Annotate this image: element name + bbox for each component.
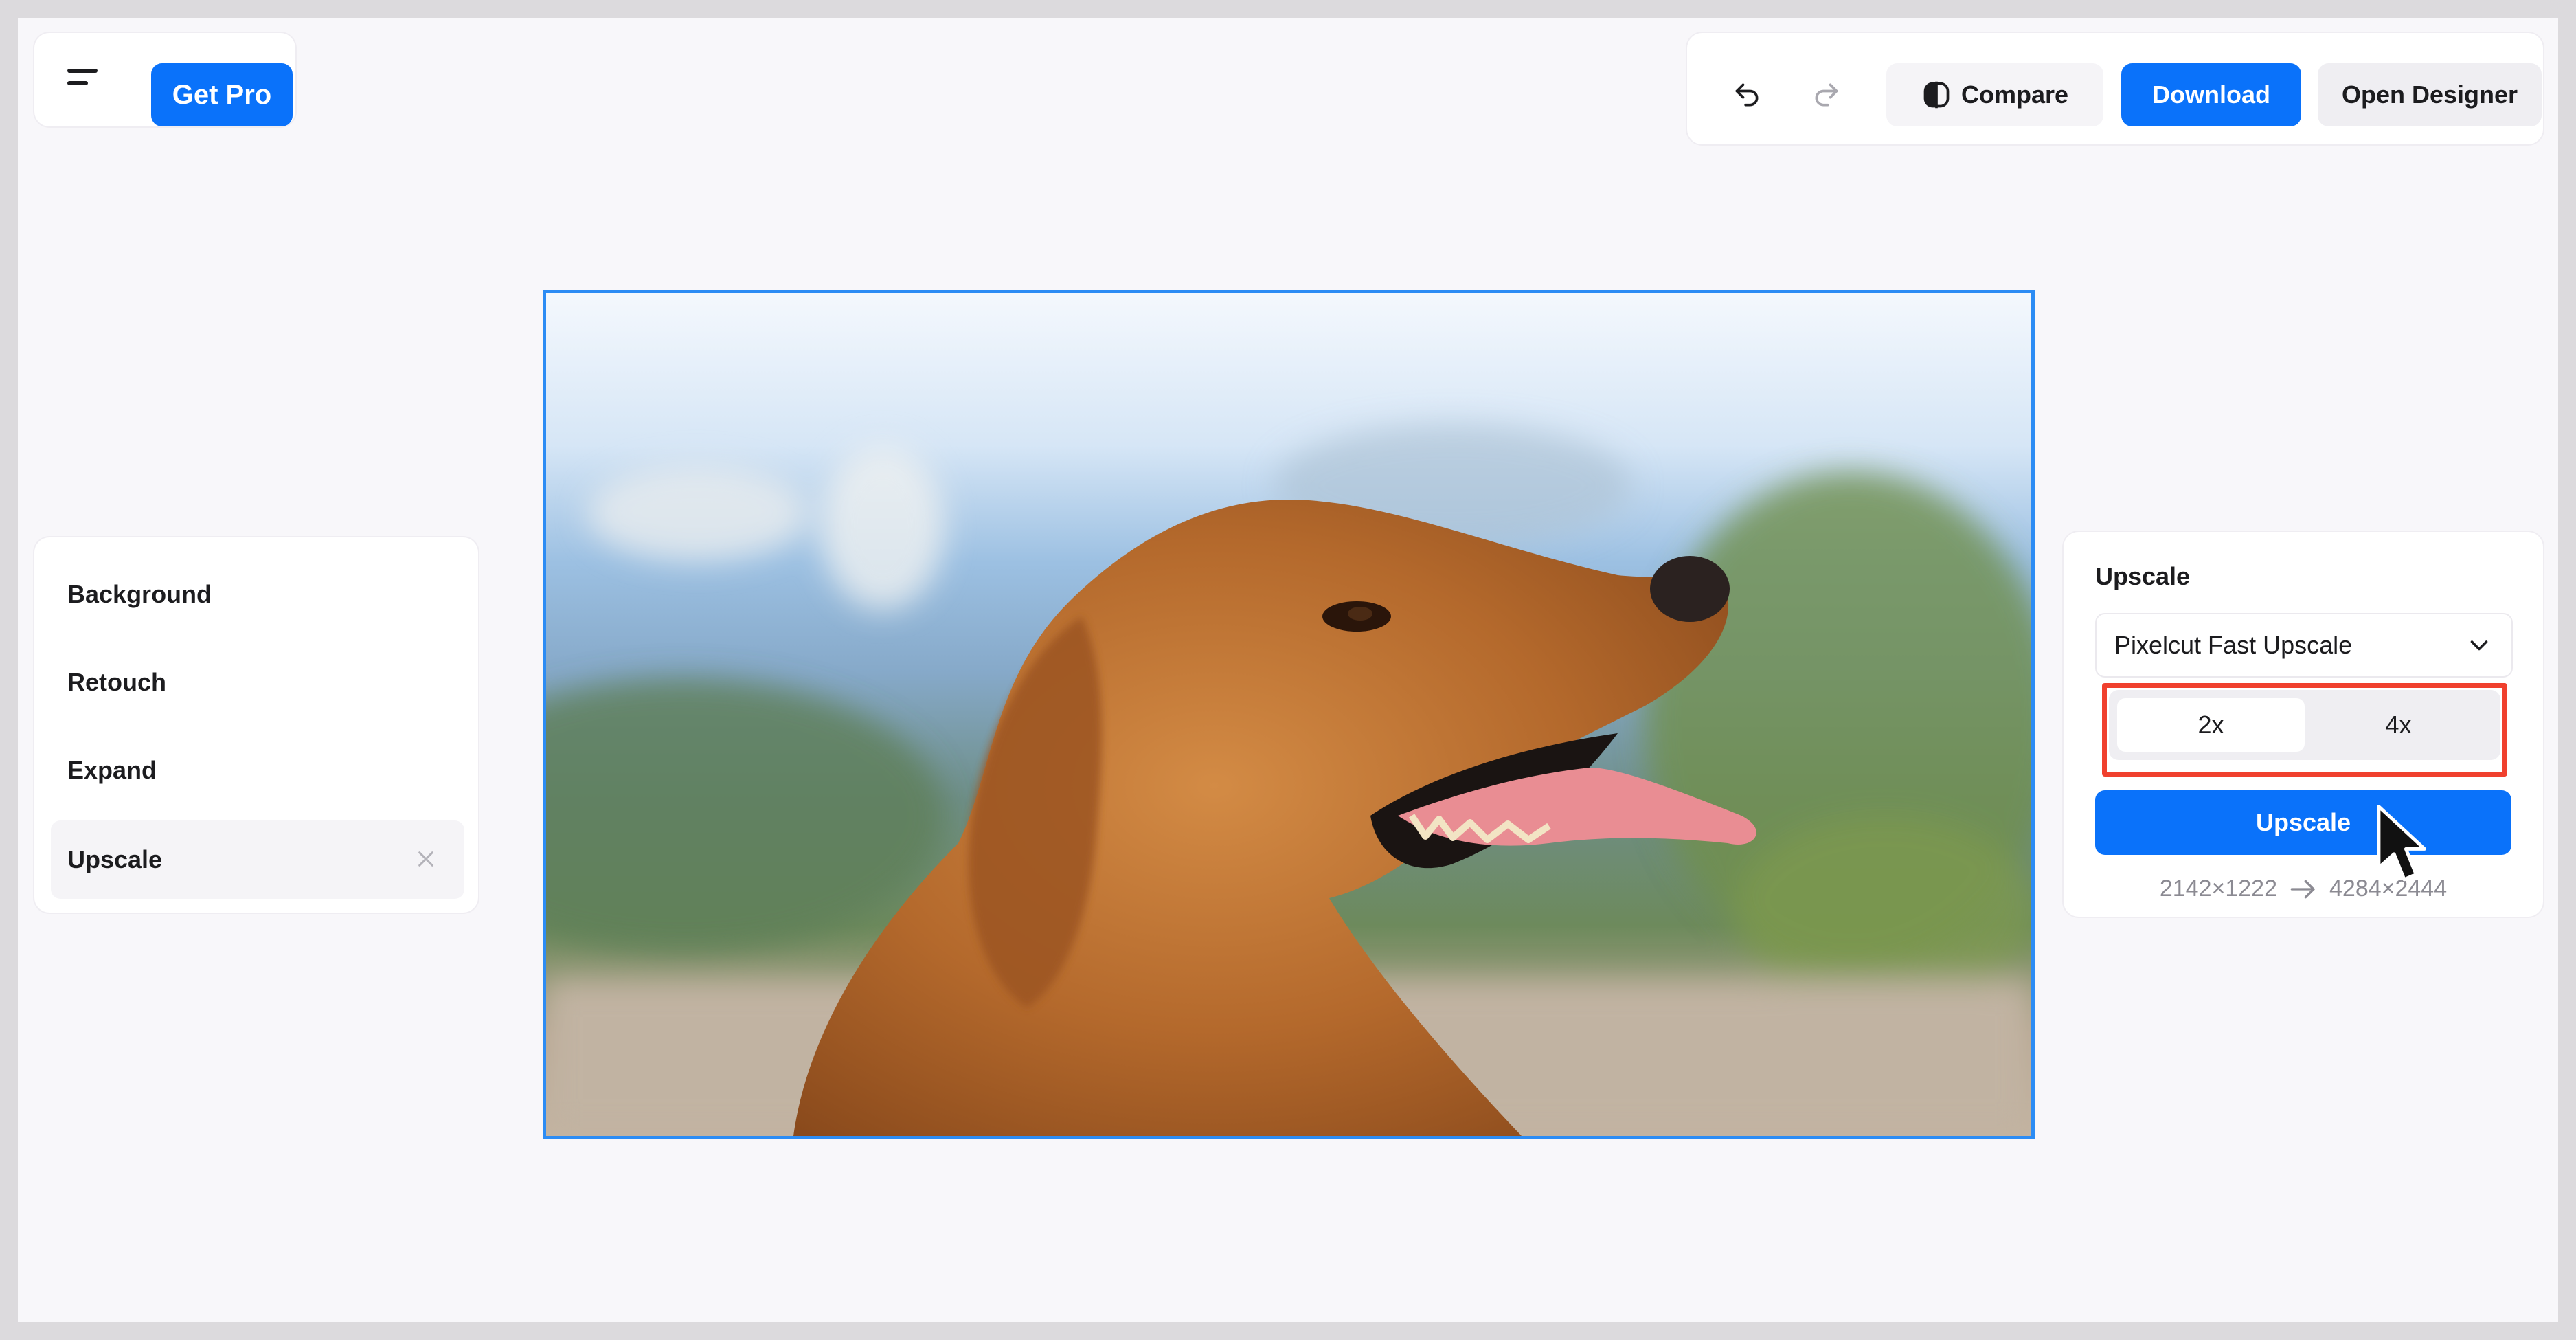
app-window: Get Pro Compare Download Open Designer B…: [18, 18, 2558, 1322]
upscale-button[interactable]: Upscale: [2095, 790, 2511, 855]
tool-label: Retouch: [67, 668, 166, 696]
open-designer-button[interactable]: Open Designer: [2318, 63, 2542, 126]
arrow-right-icon: [2290, 880, 2315, 898]
undo-icon[interactable]: [1716, 63, 1778, 126]
panel-title: Upscale: [2095, 562, 2191, 590]
compare-label: Compare: [1961, 80, 2069, 109]
tool-label: Upscale: [67, 845, 163, 873]
compare-button[interactable]: Compare: [1886, 63, 2103, 126]
image-canvas[interactable]: [543, 290, 2035, 1139]
tool-expand[interactable]: Expand: [51, 731, 464, 809]
source-dimensions: 2142×1222: [2159, 875, 2277, 902]
pointer-cursor-icon: [2377, 805, 2426, 882]
tool-background[interactable]: Background: [51, 555, 464, 634]
menu-card: Get Pro: [34, 33, 295, 126]
dog-photo: [546, 293, 2031, 1136]
get-pro-button[interactable]: Get Pro: [151, 63, 293, 126]
highlight-annotation: [2102, 683, 2507, 777]
menu-icon[interactable]: [67, 69, 102, 89]
compare-icon: [1923, 81, 1950, 109]
chevron-down-icon: [2470, 640, 2488, 651]
redo-icon[interactable]: [1796, 63, 1857, 126]
upscale-panel: Upscale Pixelcut Fast Upscale 2x 4x Upsc…: [2064, 532, 2543, 917]
model-select[interactable]: Pixelcut Fast Upscale: [2095, 613, 2513, 678]
close-icon[interactable]: [415, 848, 437, 870]
model-select-value: Pixelcut Fast Upscale: [2114, 631, 2353, 659]
tools-panel: Background Retouch Expand Upscale: [34, 537, 478, 913]
tool-label: Expand: [67, 756, 157, 784]
tool-label: Background: [67, 580, 212, 608]
dimension-readout: 2142×1222 4284×2444: [2064, 875, 2543, 902]
download-button[interactable]: Download: [2121, 63, 2301, 126]
tool-retouch[interactable]: Retouch: [51, 643, 464, 722]
toolbar: Compare Download Open Designer: [1687, 33, 2543, 144]
tool-upscale[interactable]: Upscale: [51, 820, 464, 899]
